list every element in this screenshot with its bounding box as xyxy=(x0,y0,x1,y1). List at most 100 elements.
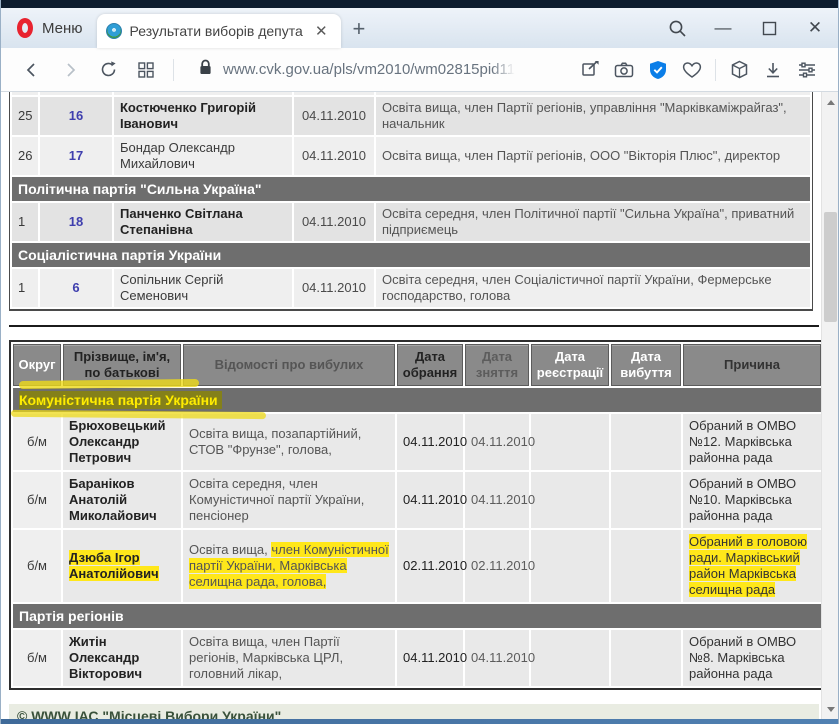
cell-link xyxy=(40,92,112,95)
col-header-reason: Причина xyxy=(683,344,821,386)
address-bar: www.cvk.gov.ua/pls/vm2010/wm02815pid11 xyxy=(1,48,838,92)
cell-name: Бараніков Анатолій Миколайович xyxy=(63,472,181,528)
vertical-scrollbar[interactable] xyxy=(821,92,838,719)
new-tab-button[interactable]: + xyxy=(341,16,380,48)
minimize-icon: — xyxy=(714,18,732,37)
toolbar-divider xyxy=(715,58,716,81)
ballot-number-link[interactable]: 18 xyxy=(40,203,112,241)
cell-info: Освіта вища, член Партії регіонів, ООО "… xyxy=(376,137,810,175)
party-section-title: Партія регіонів xyxy=(13,604,821,628)
cell-name: Сопільник Сергій Семенович xyxy=(114,269,292,307)
party-section-title: Соціалістична партія України xyxy=(12,243,810,267)
highlighted-name: Дзюба Ігор Анатолійович xyxy=(69,550,159,581)
cell-info xyxy=(376,92,810,95)
tab-bar: Меню Результати виборів депута ✕ + — ✕ xyxy=(1,8,838,48)
reload-button[interactable] xyxy=(91,53,125,87)
scrollbar-thumb[interactable] xyxy=(824,212,837,322)
table-row-highlighted: б/м Дзюба Ігор Анатолійович Освіта вища,… xyxy=(13,530,821,602)
url-field[interactable]: www.cvk.gov.ua/pls/vm2010/wm02815pid11 xyxy=(184,59,569,81)
cell-info: Освіта середня, член Політичної партії "… xyxy=(376,203,810,241)
window-close-button[interactable]: ✕ xyxy=(792,8,838,48)
table-row-partial: Іванович xyxy=(12,92,810,95)
ballot-number-link[interactable]: 16 xyxy=(40,97,112,135)
toolbar-divider xyxy=(173,58,174,81)
browser-window: Меню Результати виборів депута ✕ + — ✕ w… xyxy=(0,0,839,724)
cell-date-removed: 02.11.2010 xyxy=(465,530,535,602)
party-section-row: Політична партія "Сильна Україна" xyxy=(12,177,810,201)
page-content: Іванович 25 16 Костюченко Григорій Івано… xyxy=(1,92,838,719)
favorites-heart-icon[interactable] xyxy=(675,53,709,87)
window-maximize-button[interactable] xyxy=(746,8,792,48)
col-header-info: Відомості про вибулих xyxy=(183,344,395,386)
cell-reason: Обраний в головою ради. Марківський райо… xyxy=(683,530,821,602)
bookmark-edit-icon[interactable] xyxy=(573,53,607,87)
menu-label: Меню xyxy=(42,19,83,37)
settings-sliders-icon[interactable] xyxy=(790,53,824,87)
snapshot-camera-icon[interactable] xyxy=(607,53,641,87)
cell-okrug: б/м xyxy=(13,530,61,602)
copyright-text: © WWW ІАС "Місцеві Вибори України" xyxy=(17,708,282,719)
cell-reason: Обраний в ОМВО №12. Марківська районна р… xyxy=(683,414,821,470)
col-header-date-elected: Дата обрання xyxy=(397,344,463,386)
cell-info: Освіта вища, член Комуністичної партії У… xyxy=(183,530,395,602)
url-text: www.cvk.gov.ua/pls/vm2010/wm02815pid11 xyxy=(223,61,516,78)
cell-date-removed: 04.11.2010 xyxy=(465,472,535,528)
cell-date-removed: 04.11.2010 xyxy=(465,414,535,470)
party-section-title: Політична партія "Сильна Україна" xyxy=(12,177,810,201)
ballot-number-link[interactable]: 17 xyxy=(40,137,112,175)
scroll-up-button[interactable] xyxy=(822,94,838,110)
chevron-up-icon xyxy=(826,99,835,105)
maximize-icon xyxy=(762,21,777,36)
section-divider xyxy=(9,325,819,327)
cell-date-removed: 04.11.2010 xyxy=(465,630,535,686)
cell-date-departure xyxy=(611,472,681,528)
table-row: 26 17 Бондар Олександр Михайлович 04.11.… xyxy=(12,137,810,175)
tab-active[interactable]: Результати виборів депута ✕ xyxy=(96,14,341,48)
search-icon xyxy=(668,19,687,38)
cell-name: Дзюба Ігор Анатолійович xyxy=(63,530,181,602)
col-header-date-departure: Дата вибуття xyxy=(611,344,681,386)
cell-reason: Обраний в ОМВО №10. Марківська районна р… xyxy=(683,472,821,528)
window-minimize-button[interactable]: — xyxy=(700,8,746,48)
cell-date: 04.11.2010 xyxy=(294,269,374,307)
info-plain: Освіта вища, xyxy=(189,542,272,557)
cell-date: 04.11.2010 xyxy=(294,137,374,175)
cell-date-departure xyxy=(611,630,681,686)
ballot-number-link[interactable]: 6 xyxy=(40,269,112,307)
cell-date: 04.11.2010 xyxy=(294,203,374,241)
table-row: б/м Брюховецький Олександр Петрович Осві… xyxy=(13,414,821,470)
cell-info: Освіта вища, позапартійний, СТОВ "Фрунзе… xyxy=(183,414,395,470)
cell-num: 1 xyxy=(12,269,38,307)
cell-num: 25 xyxy=(12,97,38,135)
table-row: б/м Житін Олександр Вікторович Освіта ви… xyxy=(13,630,821,686)
forward-button[interactable] xyxy=(53,53,87,87)
cell-info: Освіта середня, член Соціалістичної парт… xyxy=(376,269,810,307)
cell-date-departure xyxy=(611,414,681,470)
tab-close-icon[interactable]: ✕ xyxy=(311,20,332,42)
highlighted-reason: Обраний в головою ради. Марківський райо… xyxy=(689,534,807,597)
downloads-icon[interactable] xyxy=(756,53,790,87)
cell-info: Освіта середня, член Комуністичної парті… xyxy=(183,472,395,528)
back-button[interactable] xyxy=(15,53,49,87)
cvk-favicon-icon xyxy=(105,23,122,39)
speed-dial-icon[interactable] xyxy=(129,53,163,87)
opera-menu-button[interactable]: Меню xyxy=(1,8,97,48)
table-row: 1 6 Сопільник Сергій Семенович 04.11.201… xyxy=(12,269,810,307)
party-section-title: Комуністична партія України xyxy=(13,388,821,412)
cell-date: 04.11.2010 xyxy=(294,97,374,135)
chevron-down-icon xyxy=(826,706,835,712)
table-row: 25 16 Костюченко Григорій Іванович 04.11… xyxy=(12,97,810,135)
window-title-edge xyxy=(1,0,838,8)
cell-num xyxy=(12,92,38,95)
search-button[interactable] xyxy=(654,8,700,48)
table-row: б/м Бараніков Анатолій Миколайович Освіт… xyxy=(13,472,821,528)
vpn-shield-check-icon[interactable] xyxy=(641,53,675,87)
col-header-date-registration: Дата реєстрації xyxy=(531,344,609,386)
cell-date-elected: 02.11.2010 xyxy=(397,530,467,602)
extensions-box-icon[interactable] xyxy=(722,53,756,87)
scroll-down-button[interactable] xyxy=(822,701,838,717)
party-section-row: Комуністична партія України xyxy=(13,388,821,412)
departed-table: Округ Прізвище, ім'я, по батькові Відомо… xyxy=(9,340,825,690)
highlighted-party-title: Комуністична партія України xyxy=(19,391,222,409)
cell-name: Житін Олександр Вікторович xyxy=(63,630,181,686)
